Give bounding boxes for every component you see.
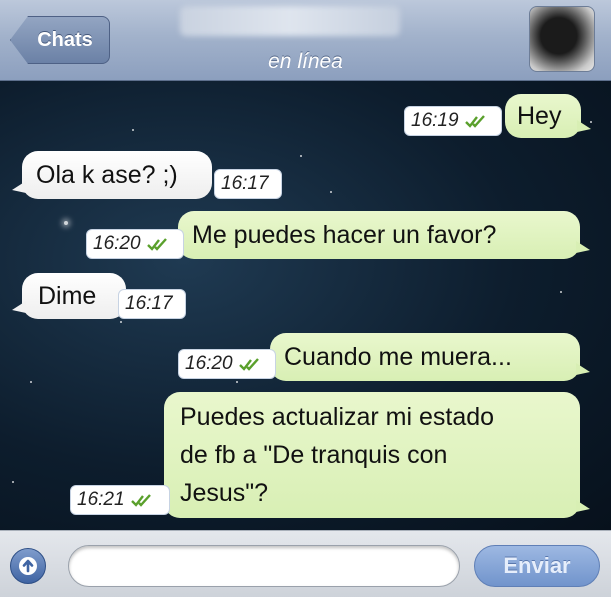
message-timestamp: 16:21 — [70, 485, 170, 515]
background-star — [300, 155, 302, 157]
double-check-icon — [238, 358, 259, 371]
send-button[interactable]: Enviar — [474, 545, 600, 587]
timestamp-text: 16:21 — [77, 489, 125, 510]
message-timestamp: 16:20 — [178, 349, 276, 379]
background-star — [64, 221, 68, 225]
timestamp-text: 16:19 — [411, 110, 459, 131]
timestamp-text: 16:17 — [221, 173, 269, 194]
message-text: Ola k ase? ;) — [36, 160, 178, 189]
message-list[interactable]: Hey 16:19 Ola k ase? ;) 16:17 Me puedes … — [0, 81, 611, 530]
background-star — [120, 321, 122, 323]
outgoing-message-bubble[interactable]: Me puedes hacer un favor? — [178, 211, 590, 259]
incoming-message-bubble[interactable]: Dime — [12, 273, 126, 319]
message-timestamp: 16:17 — [118, 289, 186, 319]
incoming-message-bubble[interactable]: Ola k ase? ;) — [12, 151, 212, 199]
message-timestamp: 16:19 — [404, 106, 502, 136]
double-check-icon — [464, 115, 485, 128]
message-timestamp: 16:17 — [214, 169, 282, 199]
upload-arrow-icon — [19, 557, 37, 575]
contact-status: en línea — [268, 50, 343, 73]
send-button-label: Enviar — [503, 553, 571, 578]
background-star — [560, 291, 562, 293]
chat-header: Chats en línea — [0, 0, 611, 81]
double-check-icon — [146, 238, 167, 251]
message-text: Me puedes hacer un favor? — [192, 220, 497, 249]
background-star — [12, 481, 14, 483]
message-text: Dime — [38, 281, 97, 310]
outgoing-message-bubble[interactable]: Puedes actualizar mi estado de fb a "De … — [164, 392, 590, 518]
message-text: Hey — [517, 101, 562, 130]
timestamp-text: 16:20 — [185, 353, 233, 374]
message-text-line: Puedes actualizar mi estado — [180, 403, 495, 431]
back-button-label: Chats — [37, 28, 93, 51]
message-text: Cuando me muera... — [284, 342, 512, 371]
attach-button[interactable] — [10, 548, 46, 584]
message-composer: Enviar — [0, 530, 611, 597]
background-star — [236, 381, 238, 383]
timestamp-text: 16:17 — [125, 293, 173, 314]
message-input[interactable] — [68, 545, 460, 587]
chat-screen: Chats en línea Hey 16:19 Ola k ase? ;) 1… — [0, 0, 611, 597]
contact-name-blurred[interactable] — [180, 6, 400, 36]
double-check-icon — [130, 494, 151, 507]
message-text-line: Jesus"? — [180, 479, 269, 507]
background-star — [132, 129, 134, 131]
outgoing-message-bubble[interactable]: Hey — [505, 94, 591, 138]
message-timestamp: 16:20 — [86, 229, 184, 259]
background-star — [330, 191, 332, 193]
timestamp-text: 16:20 — [93, 233, 141, 254]
contact-avatar[interactable] — [529, 6, 595, 72]
message-text-line: de fb a "De tranquis con — [180, 441, 448, 469]
outgoing-message-bubble[interactable]: Cuando me muera... — [270, 333, 590, 381]
background-star — [30, 381, 32, 383]
